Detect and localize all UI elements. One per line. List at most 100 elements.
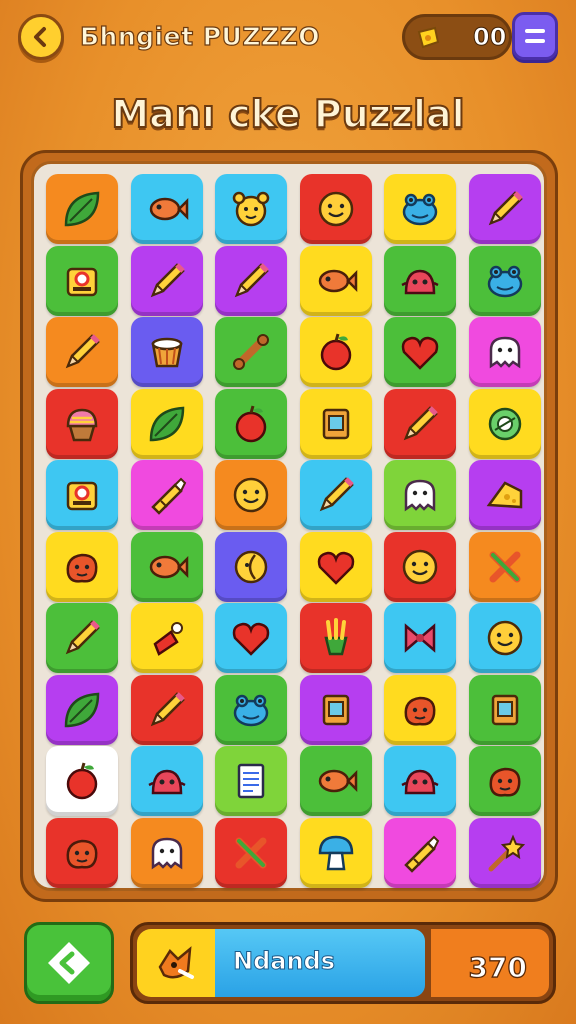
cheese-icon bbox=[486, 481, 522, 509]
tile-box[interactable] bbox=[299, 674, 372, 745]
heart-icon bbox=[317, 551, 354, 585]
heart-icon bbox=[401, 336, 439, 370]
tile-pencil[interactable] bbox=[468, 174, 541, 244]
fish-icon bbox=[149, 197, 188, 221]
tile-smiley-face[interactable] bbox=[468, 603, 541, 673]
tile-leaf[interactable] bbox=[46, 174, 118, 244]
blob-icon bbox=[66, 839, 98, 869]
fries-icon bbox=[323, 618, 348, 656]
tile-smiley-face[interactable] bbox=[215, 460, 287, 530]
tile-pencil[interactable] bbox=[130, 245, 203, 316]
bow-icon bbox=[404, 623, 436, 653]
tile-box[interactable] bbox=[299, 388, 372, 459]
tile-wand[interactable] bbox=[468, 817, 541, 888]
frog-face-icon bbox=[402, 193, 438, 226]
cupcake-icon bbox=[66, 408, 98, 441]
back-button[interactable] bbox=[18, 14, 64, 60]
tile-bottle[interactable] bbox=[130, 603, 203, 673]
cross-tools-icon bbox=[489, 551, 520, 582]
tile-leaf[interactable] bbox=[46, 674, 118, 745]
tile-apple[interactable] bbox=[46, 746, 118, 816]
robot-icon bbox=[66, 481, 98, 511]
smiley-face-icon bbox=[233, 477, 269, 513]
hint-button[interactable] bbox=[24, 922, 114, 1004]
tile-mushroom[interactable] bbox=[299, 817, 372, 888]
cross-tools-icon bbox=[235, 837, 267, 868]
tile-smiley-face[interactable] bbox=[384, 531, 456, 602]
tile-smiley-face[interactable] bbox=[299, 174, 372, 244]
tile-frog-face[interactable] bbox=[468, 245, 541, 316]
leaf-icon bbox=[64, 191, 100, 227]
tile-apple[interactable] bbox=[299, 317, 372, 387]
tile-pencil[interactable] bbox=[130, 674, 203, 745]
fox-icon bbox=[158, 946, 194, 979]
blob-icon bbox=[66, 553, 98, 583]
tile-cupcake[interactable] bbox=[46, 388, 118, 459]
ring-icon bbox=[488, 407, 521, 440]
tile-pencil[interactable] bbox=[299, 460, 372, 530]
fish-icon bbox=[318, 269, 357, 292]
coin-icon bbox=[417, 26, 440, 49]
pencil-icon bbox=[65, 334, 100, 369]
pencil-icon bbox=[488, 191, 523, 226]
tile-blob[interactable] bbox=[46, 817, 118, 888]
leaf-icon bbox=[64, 692, 100, 727]
tile-bear-face[interactable] bbox=[215, 174, 287, 244]
tile-frog-face[interactable] bbox=[215, 674, 287, 745]
tile-bow[interactable] bbox=[384, 603, 456, 673]
tile-heart[interactable] bbox=[384, 317, 456, 387]
tile-blob[interactable] bbox=[468, 746, 541, 816]
tile-pencil[interactable] bbox=[215, 245, 287, 316]
tile-heart[interactable] bbox=[299, 531, 372, 602]
tile-cross-tools[interactable] bbox=[215, 817, 287, 888]
tile-blob[interactable] bbox=[46, 531, 118, 602]
tile-monster[interactable] bbox=[384, 746, 456, 816]
crayon-icon bbox=[150, 477, 186, 515]
tile-cheese[interactable] bbox=[468, 460, 541, 530]
tile-blob[interactable] bbox=[384, 674, 456, 745]
tile-frog-face[interactable] bbox=[384, 174, 456, 244]
tile-pencil[interactable] bbox=[46, 603, 118, 673]
game-title: Manı cke Puzzlal bbox=[110, 91, 465, 137]
tile-monster[interactable] bbox=[384, 245, 456, 316]
menu-button[interactable] bbox=[512, 12, 558, 60]
tile-ghost[interactable] bbox=[130, 817, 203, 888]
apple-icon bbox=[235, 405, 267, 442]
tile-pencil[interactable] bbox=[384, 388, 456, 459]
tile-bone[interactable] bbox=[215, 317, 287, 387]
tile-heart[interactable] bbox=[215, 603, 287, 673]
frog-face-icon bbox=[233, 694, 269, 726]
board-frame bbox=[20, 150, 558, 902]
tile-fish[interactable] bbox=[130, 531, 203, 602]
pencil-icon bbox=[65, 620, 100, 655]
drum-icon bbox=[151, 337, 182, 368]
tile-ring[interactable] bbox=[468, 388, 541, 459]
tile-monster[interactable] bbox=[130, 746, 203, 816]
tile-robot[interactable] bbox=[46, 460, 118, 530]
coin-counter: 00 bbox=[402, 14, 512, 60]
tile-fish[interactable] bbox=[130, 174, 203, 244]
tile-pencil[interactable] bbox=[46, 317, 118, 387]
tile-crayon[interactable] bbox=[384, 817, 456, 888]
tile-box[interactable] bbox=[468, 674, 541, 745]
tile-fries[interactable] bbox=[299, 603, 372, 673]
puzzle-board bbox=[31, 161, 547, 891]
progress-icon-box bbox=[137, 929, 215, 997]
app-title: Бhngiet PUZZZO bbox=[79, 21, 320, 51]
tile-fish[interactable] bbox=[299, 245, 372, 316]
tile-leaf[interactable] bbox=[130, 388, 203, 459]
tile-crayon[interactable] bbox=[130, 460, 203, 530]
tile-moon-face[interactable] bbox=[215, 531, 287, 602]
frog-face-icon bbox=[487, 265, 522, 297]
tile-note[interactable] bbox=[215, 746, 287, 816]
tile-ghost[interactable] bbox=[384, 460, 456, 530]
apple-icon bbox=[66, 762, 98, 800]
menu-icon bbox=[525, 29, 545, 33]
monster-icon bbox=[147, 769, 186, 795]
tile-drum[interactable] bbox=[130, 317, 203, 387]
tile-apple[interactable] bbox=[215, 388, 287, 459]
tile-robot[interactable] bbox=[46, 245, 118, 316]
tile-cross-tools[interactable] bbox=[468, 531, 541, 602]
tile-ghost[interactable] bbox=[468, 317, 541, 387]
tile-fish[interactable] bbox=[299, 746, 372, 816]
